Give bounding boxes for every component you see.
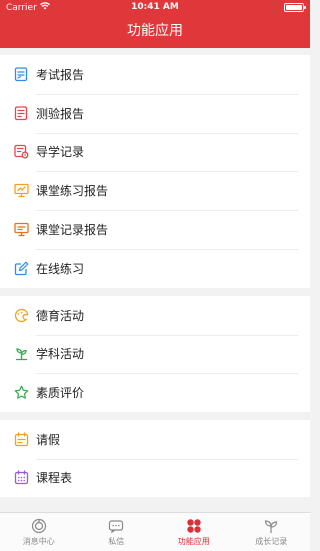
tab-private-message[interactable]: 私信 xyxy=(78,513,156,551)
menu-item-label: 请假 xyxy=(36,432,61,447)
battery-icon xyxy=(284,3,306,12)
page-title: 功能应用 xyxy=(127,23,183,39)
menu-item-class-record-report[interactable]: 课堂记录报告 xyxy=(0,210,310,249)
menu-item-class-practice-report[interactable]: 课堂练习报告 xyxy=(0,171,310,210)
tab-bar: 消息中心 私信 功能应用 成长记录 xyxy=(0,512,310,551)
menu-item-leave[interactable]: 请假 xyxy=(0,420,310,459)
guide-record-icon xyxy=(14,144,29,159)
menu-item-quiz-report[interactable]: 测验报告 xyxy=(0,93,310,133)
menu-item-exam-report[interactable]: 考试报告 xyxy=(0,55,310,94)
quality-eval-icon xyxy=(14,385,29,400)
menu-group-activities: 德育活动 学科活动 素质评价 xyxy=(0,296,310,412)
tab-label: 成长记录 xyxy=(255,537,288,546)
message-center-icon xyxy=(30,517,48,535)
menu-item-label: 学科活动 xyxy=(36,347,85,362)
menu-item-label: 考试报告 xyxy=(36,67,85,82)
class-practice-icon xyxy=(14,183,29,198)
menu-item-label: 测验报告 xyxy=(36,106,85,121)
class-record-icon xyxy=(14,222,29,237)
apps-icon xyxy=(185,517,203,535)
menu-item-schedule[interactable]: 课程表 xyxy=(0,458,310,498)
schedule-icon xyxy=(14,470,29,485)
menu-item-label: 素质评价 xyxy=(36,385,85,400)
menu-item-label: 在线练习 xyxy=(36,261,85,276)
menu-item-label: 德育活动 xyxy=(36,308,85,323)
menu-group-reports: 考试报告 测验报告 导学记录 课堂练习报告 课堂记录报告 在线练习 xyxy=(0,55,310,288)
menu-item-online-practice[interactable]: 在线练习 xyxy=(0,248,310,288)
leave-icon xyxy=(14,432,29,447)
quiz-report-icon xyxy=(14,106,29,121)
growth-record-icon xyxy=(262,517,280,535)
menu-item-quality-evaluation[interactable]: 素质评价 xyxy=(0,373,310,412)
tab-apps[interactable]: 功能应用 xyxy=(155,513,233,551)
moral-activity-icon xyxy=(14,308,29,323)
tab-label: 私信 xyxy=(108,537,125,546)
exam-report-icon xyxy=(14,67,29,82)
menu-item-label: 课程表 xyxy=(36,471,73,486)
tab-message-center[interactable]: 消息中心 xyxy=(0,513,78,551)
nav-bar: 功能应用 xyxy=(0,15,310,48)
menu-item-subject-activity[interactable]: 学科活动 xyxy=(0,334,310,374)
tab-growth-record[interactable]: 成长记录 xyxy=(233,513,311,551)
menu-item-label: 课堂记录报告 xyxy=(36,223,109,238)
menu-item-guide-record[interactable]: 导学记录 xyxy=(0,132,310,172)
menu-item-label: 导学记录 xyxy=(36,145,85,160)
tab-label: 功能应用 xyxy=(177,537,210,546)
menu-item-label: 课堂练习报告 xyxy=(36,184,109,199)
menu-item-moral-activity[interactable]: 德育活动 xyxy=(0,296,310,335)
status-bar: Carrier 10:41 AM xyxy=(0,0,310,15)
tab-label: 消息中心 xyxy=(22,537,55,546)
online-practice-icon xyxy=(14,261,29,276)
private-message-icon xyxy=(107,517,125,535)
status-time: 10:41 AM xyxy=(131,2,179,12)
subject-activity-icon xyxy=(14,346,29,361)
menu-group-schedule: 请假 课程表 xyxy=(0,420,310,497)
